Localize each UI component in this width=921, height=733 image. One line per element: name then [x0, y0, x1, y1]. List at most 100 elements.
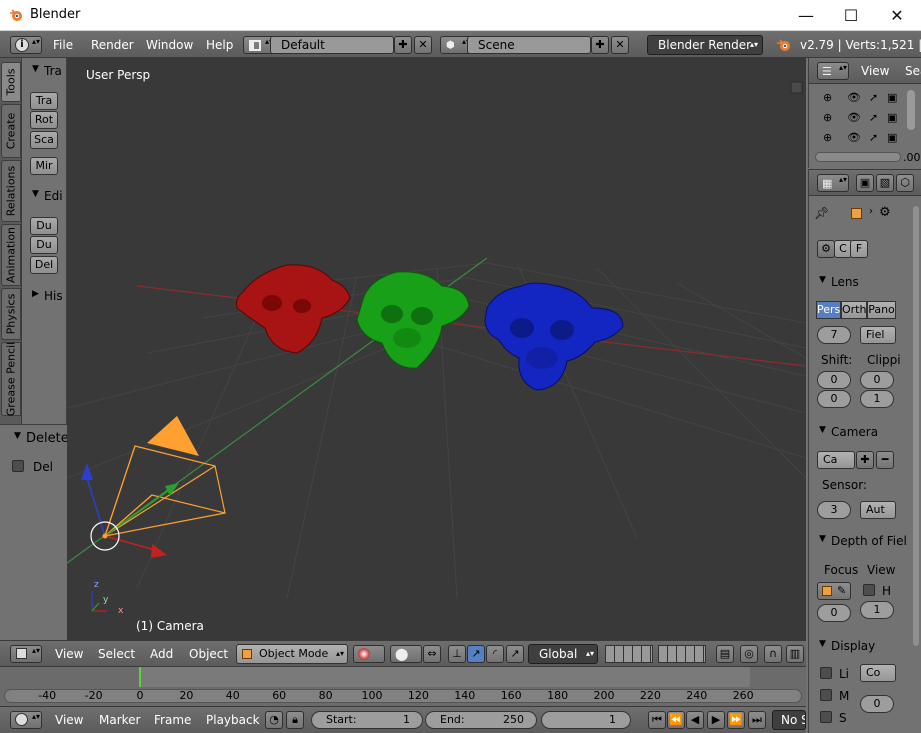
shading-mode-button[interactable]	[353, 645, 385, 663]
add-scene-button[interactable]: ✚	[591, 36, 609, 54]
menu-view[interactable]: View	[55, 647, 83, 661]
shift-x-field[interactable]: 0	[817, 371, 851, 389]
lens-type-selector[interactable]: Pers Orth Pano	[816, 301, 896, 319]
fake-user-button[interactable]: F	[850, 240, 868, 258]
lock-time-button[interactable]: 🔒︎	[286, 711, 304, 729]
jump-keyframe-forward-button[interactable]: ⏩	[727, 711, 745, 729]
layer-lock-button[interactable]: ▤	[716, 645, 734, 663]
outliner-row[interactable]: ⊕ 👁︎ ➚ ▣	[823, 111, 905, 127]
delete-button[interactable]: Del	[30, 256, 58, 274]
display-limits-checkbox[interactable]	[820, 667, 832, 679]
lens-panoramic-button[interactable]: Pano	[867, 301, 896, 319]
outliner-vertical-scrollbar[interactable]	[907, 90, 915, 130]
menu-help[interactable]: Help	[206, 38, 233, 52]
tab-grease-pencil[interactable]: Grease Pencil	[1, 342, 21, 416]
lens-orthographic-button[interactable]: Orth	[841, 301, 867, 319]
tab-create[interactable]: Create	[1, 104, 21, 158]
remove-scene-button[interactable]: ✕	[611, 36, 629, 54]
duplicate-button[interactable]: Du	[30, 217, 58, 235]
duplicate-linked-button[interactable]: Du	[30, 236, 58, 254]
snap-button[interactable]: ∩	[764, 645, 782, 663]
dof-fstop-field[interactable]: 1	[860, 601, 894, 619]
minimize-button[interactable]: —	[783, 0, 829, 31]
layer-grid-1[interactable]	[605, 645, 653, 663]
display-panel-header[interactable]: ▼ Display	[809, 636, 921, 656]
operator-panel-header[interactable]: ▼ Delete	[0, 428, 69, 448]
pin-icon[interactable]: 📌︎	[814, 206, 829, 220]
eye-icon[interactable]: 👁︎	[847, 111, 861, 124]
dof-high-quality-checkbox[interactable]	[863, 584, 875, 596]
scene-tab-button[interactable]: ⬡	[896, 174, 914, 192]
jump-end-button[interactable]: ⏭	[748, 711, 766, 729]
3d-viewport[interactable]: User Persp (1) Camera z y x	[67, 58, 806, 640]
lens-perspective-button[interactable]: Pers	[816, 301, 841, 319]
pivot-point-button[interactable]: ⬤	[390, 645, 422, 663]
cursor-icon[interactable]: ➚	[869, 91, 878, 104]
current-frame-field[interactable]: 1	[541, 711, 631, 729]
clip-start-field[interactable]: 0	[860, 371, 894, 389]
transform-panel-header[interactable]: ▼ Tra	[22, 61, 66, 81]
timeline-menu-frame[interactable]: Frame	[154, 713, 191, 727]
outliner-menu-view[interactable]: View	[861, 64, 889, 78]
layer-grid-2[interactable]	[658, 645, 706, 663]
editor-type-properties-button[interactable]: ▦ ▴▾	[817, 174, 849, 192]
delete-global-checkbox[interactable]	[12, 460, 24, 472]
tab-tools[interactable]: Tools	[1, 62, 21, 102]
eye-icon[interactable]: 👁︎	[847, 91, 861, 104]
jump-keyframe-back-button[interactable]: ⏪	[667, 711, 685, 729]
render-tab-button[interactable]: ▣	[856, 174, 874, 192]
cursor-icon[interactable]: ➚	[869, 131, 878, 144]
clip-end-field[interactable]: 1	[860, 390, 894, 408]
display-mist-checkbox[interactable]	[820, 689, 832, 701]
current-frame-indicator[interactable]	[139, 667, 141, 687]
end-frame-field[interactable]: End: 250	[425, 711, 537, 729]
timeline-editor[interactable]: -40 -20 0 20 40 60 80 100 120 140 160 180 200 220 240 2…	[0, 666, 806, 706]
scale-manipulator-button[interactable]: ◜	[486, 645, 504, 663]
mirror-button[interactable]: Mir	[30, 157, 58, 175]
edit-panel-header[interactable]: ▼ Edi	[22, 186, 66, 206]
proportional-edit-button[interactable]: ◎	[740, 645, 758, 663]
transform-orientation-dropdown[interactable]: Global ▴▾	[528, 644, 598, 664]
screen-layout-name[interactable]: Default	[270, 36, 394, 54]
editor-type-outliner-button[interactable]: ☰ ▴▾	[817, 62, 849, 80]
focus-object-field[interactable]: ✎	[817, 582, 851, 600]
shift-y-field[interactable]: 0	[817, 390, 851, 408]
camera-panel-header[interactable]: ▼ Camera	[809, 422, 921, 442]
editor-type-info-button[interactable]: i ▴▾	[10, 36, 42, 54]
remove-screen-button[interactable]: ✕	[414, 36, 432, 54]
menu-render[interactable]: Render	[91, 38, 134, 52]
editor-type-3dview-button[interactable]: ▴▾	[10, 645, 42, 663]
lens-unit-dropdown[interactable]: Fiel	[860, 326, 896, 344]
dof-panel-header[interactable]: ▼ Depth of Fiel	[809, 531, 921, 551]
sync-mode-dropdown[interactable]: No S	[772, 710, 806, 730]
toggle-properties-region-icon[interactable]	[790, 81, 803, 94]
viewport-canvas[interactable]	[67, 58, 806, 640]
transform-manipulator[interactable]	[81, 463, 179, 558]
manipulator-toggle-button[interactable]: ⇔	[423, 645, 441, 663]
camera-object[interactable]	[103, 416, 226, 538]
play-button[interactable]: ▶	[707, 711, 725, 729]
translate-button[interactable]: Tra	[30, 92, 58, 110]
timeline-menu-view[interactable]: View	[55, 713, 83, 727]
preview-range-button[interactable]: ◔	[265, 711, 283, 729]
outliner-horizontal-scrollbar[interactable]	[815, 152, 901, 162]
rotate-manipulator-button[interactable]: ↗	[467, 645, 485, 663]
camera-render-icon[interactable]: ▣	[887, 111, 897, 124]
timeline-menu-marker[interactable]: Marker	[99, 713, 140, 727]
scale-button[interactable]: Sca	[30, 131, 58, 149]
close-button[interactable]: ✕	[874, 0, 920, 31]
opengl-render-button[interactable]: ▥	[786, 645, 804, 663]
render-engine-dropdown[interactable]: Blender Render ▴▾	[647, 35, 763, 55]
tab-animation[interactable]: Animation	[1, 224, 21, 286]
camera-presets-dropdown[interactable]: Ca	[817, 451, 855, 469]
menu-window[interactable]: Window	[146, 38, 193, 52]
add-screen-button[interactable]: ✚	[394, 36, 412, 54]
outliner-menu-search[interactable]: Sea	[905, 64, 921, 78]
menu-select[interactable]: Select	[98, 647, 135, 661]
properties-scrollbar[interactable]	[913, 206, 919, 646]
tab-physics[interactable]: Physics	[1, 288, 21, 340]
display-size-field[interactable]: 0	[860, 695, 894, 713]
render-layers-tab-button[interactable]: ▧	[876, 174, 894, 192]
display-composition-dropdown[interactable]: Co	[860, 664, 896, 682]
menu-add[interactable]: Add	[150, 647, 173, 661]
